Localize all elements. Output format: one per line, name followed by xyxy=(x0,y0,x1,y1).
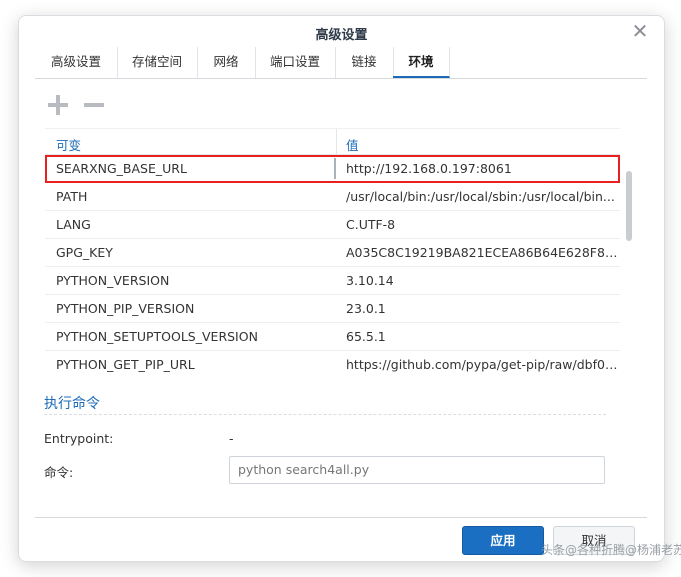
env-key: PATH xyxy=(56,189,88,204)
dialog-title: 高级设置 xyxy=(315,28,368,43)
advanced-settings-dialog: 高级设置 ✕ 高级设置 存储空间 网络 端口设置 链接 环境 可变 值 SEAR… xyxy=(18,15,665,562)
env-key: PYTHON_VERSION xyxy=(56,273,170,288)
tab-advanced-settings[interactable]: 高级设置 xyxy=(35,47,118,78)
env-value: http://192.168.0.197:8061 xyxy=(346,161,512,176)
env-table: 可变 值 SEARXNG_BASE_URL http://192.168.0.1… xyxy=(45,128,635,372)
env-key: SEARXNG_BASE_URL xyxy=(56,161,187,176)
command-label: 命令: xyxy=(44,465,74,480)
apply-button[interactable]: 应用 xyxy=(462,526,544,555)
minus-icon[interactable] xyxy=(83,94,105,116)
env-value: C.UTF-8 xyxy=(346,217,396,232)
env-key: PYTHON_PIP_VERSION xyxy=(56,301,195,316)
footer-divider xyxy=(35,517,647,518)
env-value: A035C8C19219BA821ECEA86B64E628F8D... xyxy=(346,245,618,260)
command-input[interactable]: python search4all.py xyxy=(229,456,605,484)
env-value: 23.0.1 xyxy=(346,301,386,316)
tab-links[interactable]: 链接 xyxy=(335,47,394,78)
table-row[interactable]: PYTHON_VERSION 3.10.14 xyxy=(45,267,620,295)
plus-icon[interactable] xyxy=(47,94,69,116)
env-key: PYTHON_GET_PIP_URL xyxy=(56,357,195,372)
tab-port-settings[interactable]: 端口设置 xyxy=(255,47,336,78)
table-row[interactable]: PYTHON_GET_PIP_URL https://github.com/py… xyxy=(45,351,620,372)
titlebar: 高级设置 ✕ xyxy=(19,16,664,50)
header-key[interactable]: 可变 xyxy=(56,135,81,154)
env-value: 65.5.1 xyxy=(346,329,386,344)
env-value: https://github.com/pypa/get-pip/raw/dbf0… xyxy=(346,357,618,372)
table-row[interactable]: GPG_KEY A035C8C19219BA821ECEA86B64E628F8… xyxy=(45,239,620,267)
env-key: PYTHON_SETUPTOOLS_VERSION xyxy=(56,329,258,344)
env-value: /usr/local/bin:/usr/local/sbin:/usr/loca… xyxy=(346,189,615,204)
table-header: 可变 值 xyxy=(45,128,620,155)
tab-network[interactable]: 网络 xyxy=(197,47,256,78)
section-divider xyxy=(44,414,606,415)
table-scrollbar[interactable] xyxy=(626,171,632,241)
table-row[interactable]: PYTHON_SETUPTOOLS_VERSION 65.5.1 xyxy=(45,323,620,351)
tab-storage[interactable]: 存储空间 xyxy=(117,47,198,78)
watermark: 头条@各种折腾@杨浦老苏 xyxy=(541,543,681,557)
entrypoint-value: - xyxy=(229,431,234,446)
tab-bar: 高级设置 存储空间 网络 端口设置 链接 环境 xyxy=(35,47,647,79)
entrypoint-label: Entrypoint: xyxy=(44,431,114,446)
header-value[interactable]: 值 xyxy=(346,135,359,154)
env-key: GPG_KEY xyxy=(56,245,113,260)
table-row[interactable]: PYTHON_PIP_VERSION 23.0.1 xyxy=(45,295,620,323)
exec-section-title: 执行命令 xyxy=(44,396,100,412)
header-divider xyxy=(336,129,337,154)
env-key: LANG xyxy=(56,217,91,232)
table-row[interactable]: LANG C.UTF-8 xyxy=(45,211,620,239)
table-row[interactable]: PATH /usr/local/bin:/usr/local/sbin:/usr… xyxy=(45,183,620,211)
tab-environment[interactable]: 环境 xyxy=(393,47,450,78)
env-value: 3.10.14 xyxy=(346,273,394,288)
column-divider xyxy=(334,158,336,179)
table-row[interactable]: SEARXNG_BASE_URL http://192.168.0.197:80… xyxy=(45,155,620,183)
close-icon[interactable]: ✕ xyxy=(630,21,650,41)
